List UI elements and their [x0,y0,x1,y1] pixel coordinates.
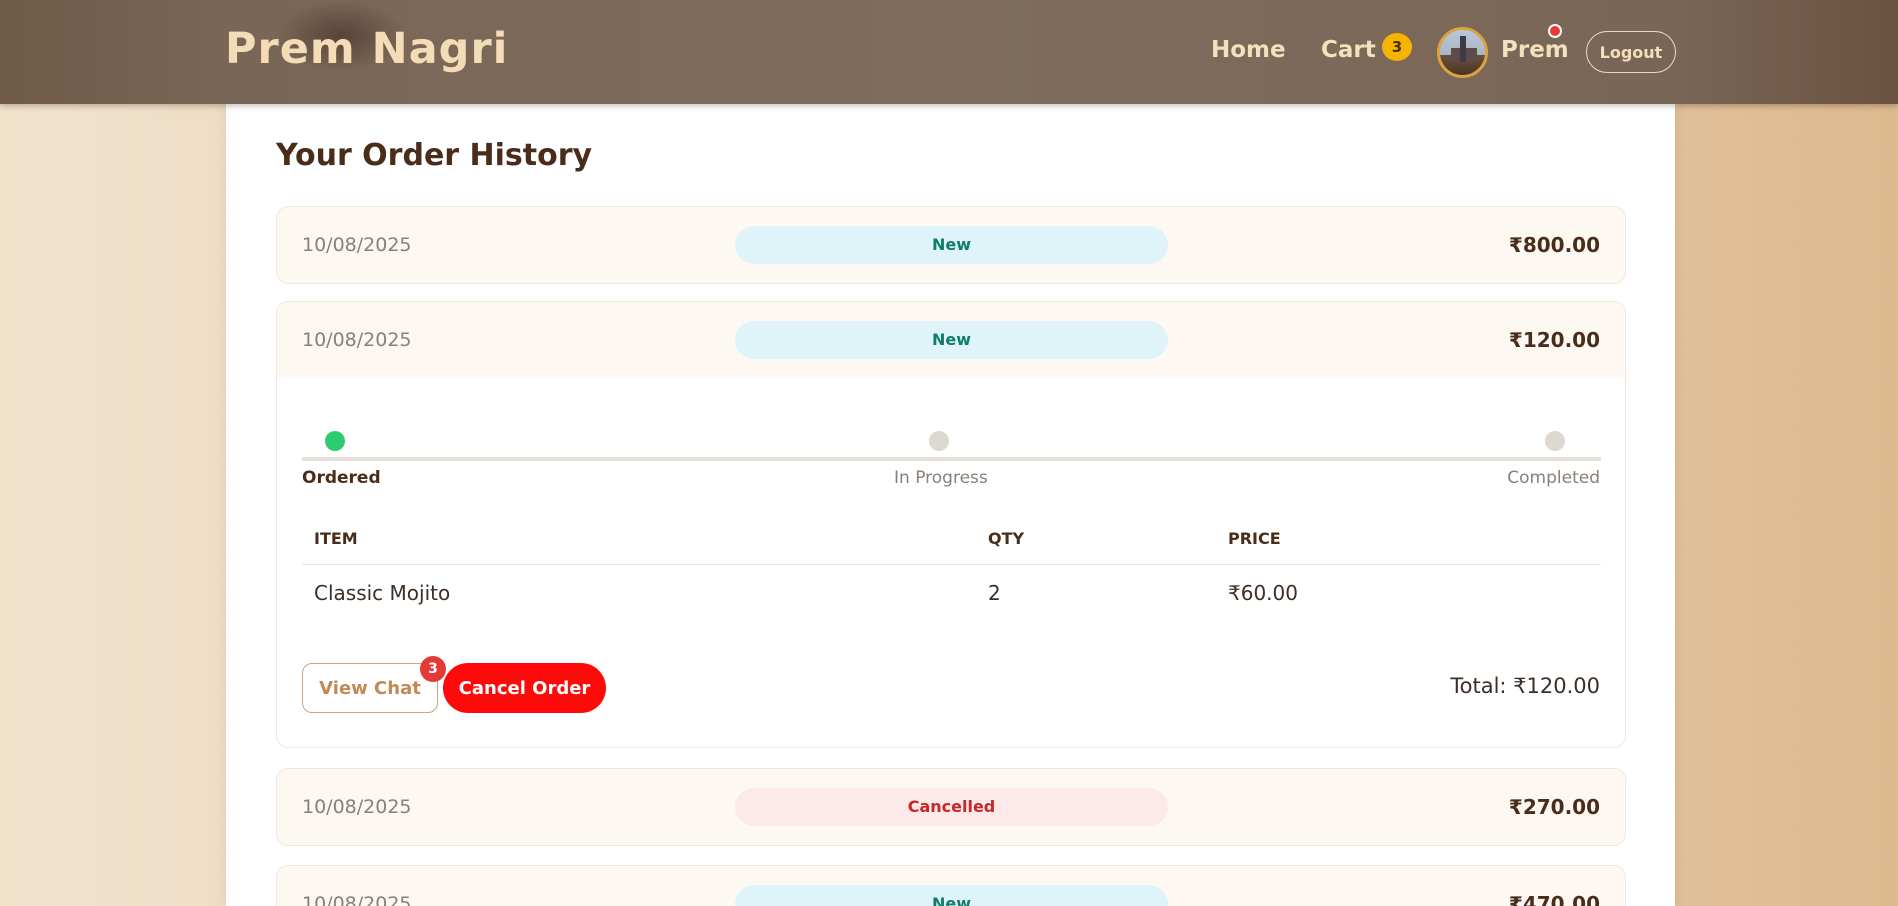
order-total: ₹800.00 [1508,233,1600,257]
cancel-order-button[interactable]: Cancel Order [443,663,606,713]
order-header[interactable]: 10/08/2025 New ₹120.00 [277,302,1625,378]
notification-dot-icon [1548,24,1562,38]
order-items-table: ITEM QTY PRICE Classic Mojito 2 ₹60.00 [302,514,1601,622]
item-qty: 2 [988,581,1001,606]
order-total: ₹270.00 [1508,795,1600,819]
status-badge: New [735,226,1168,264]
order-grand-total: Total: ₹120.00 [1450,674,1600,698]
status-badge: New [735,885,1168,906]
table-row: Classic Mojito 2 ₹60.00 [302,564,1601,622]
order-progress-track [302,457,1601,461]
logout-button[interactable]: Logout [1586,31,1676,73]
brand-logo[interactable]: Prem Nagri [225,24,508,74]
nav-home-link[interactable]: Home [1211,37,1286,63]
avatar-icon[interactable] [1437,27,1488,78]
order-date: 10/08/2025 [302,893,412,906]
order-card-expanded[interactable]: 10/08/2025 New ₹120.00 Ordered In Progre… [276,301,1626,748]
step-ordered-dot-icon [325,431,345,451]
view-chat-button[interactable]: View Chat [302,663,438,713]
page-title: Your Order History [276,138,593,173]
step-completed-dot-icon [1545,431,1565,451]
status-badge: Cancelled [735,788,1168,826]
order-date: 10/08/2025 [302,796,412,818]
step-in-progress-dot-icon [929,431,949,451]
item-price: ₹60.00 [1228,581,1298,606]
cart-count-badge: 3 [1382,33,1412,61]
item-name: Classic Mojito [314,581,451,606]
order-header[interactable]: 10/08/2025 New ₹470.00 [277,866,1625,906]
order-history-panel: Your Order History 10/08/2025 New ₹800.0… [226,104,1675,906]
avatar-tower [1460,36,1466,62]
step-label-completed: Completed [1507,468,1600,488]
column-header-item: ITEM [302,514,976,565]
order-card[interactable]: 10/08/2025 New ₹470.00 [276,865,1626,906]
column-header-price: PRICE [1216,514,1601,565]
site-header: Prem Nagri Home Cart 3 Prem Logout [0,0,1898,104]
column-header-qty: QTY [976,514,1216,565]
order-date: 10/08/2025 [302,329,412,351]
order-header[interactable]: 10/08/2025 New ₹800.00 [277,207,1625,283]
step-label-ordered: Ordered [302,468,381,488]
profile-name-link[interactable]: Prem [1501,37,1569,63]
order-date: 10/08/2025 [302,234,412,256]
status-badge: New [735,321,1168,359]
order-total: ₹120.00 [1508,328,1600,352]
chat-unread-badge: 3 [420,656,446,682]
order-card[interactable]: 10/08/2025 New ₹800.00 [276,206,1626,284]
nav-cart-link[interactable]: Cart [1321,37,1376,63]
table-header-row: ITEM QTY PRICE [302,514,1601,565]
step-label-in-progress: In Progress [894,468,988,488]
order-header[interactable]: 10/08/2025 Cancelled ₹270.00 [277,769,1625,845]
order-card[interactable]: 10/08/2025 Cancelled ₹270.00 [276,768,1626,846]
order-total: ₹470.00 [1508,892,1600,906]
